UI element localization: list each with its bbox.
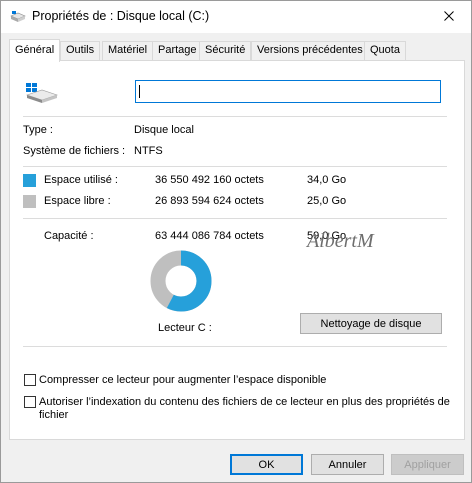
- tab-hardware[interactable]: Matériel: [102, 41, 154, 60]
- index-label-line1: Autoriser l’indexation du contenu des fi…: [39, 396, 450, 408]
- free-space-size: 25,0 Go: [307, 195, 347, 207]
- separator: [23, 166, 447, 167]
- tab-security[interactable]: Sécurité: [199, 41, 252, 60]
- volume-name-input[interactable]: [135, 80, 441, 103]
- free-space-bytes: 26 893 594 624 octets: [155, 195, 264, 207]
- tab-strip: Général Outils Matériel Partage Sécurité…: [9, 39, 465, 62]
- filesystem-label: Système de fichiers :: [23, 145, 126, 157]
- apply-button[interactable]: Appliquer: [391, 454, 464, 475]
- compress-label: Compresser ce lecteur pour augmenter l’e…: [39, 374, 327, 386]
- used-space-size: 34,0 Go: [307, 174, 347, 186]
- disk-cleanup-button[interactable]: Nettoyage de disque: [300, 313, 442, 334]
- filesystem-value: NTFS: [134, 145, 163, 157]
- capacity-label: Capacité :: [44, 230, 94, 242]
- close-button[interactable]: [427, 1, 471, 31]
- drive-icon: [26, 83, 58, 103]
- capacity-bytes: 63 444 086 784 octets: [155, 230, 264, 242]
- type-value: Disque local: [134, 124, 194, 136]
- tab-tools[interactable]: Outils: [60, 41, 101, 60]
- properties-window: Propriétés de : Disque local (C:) Généra…: [0, 0, 472, 483]
- used-space-label: Espace utilisé :: [44, 174, 118, 186]
- type-label: Type :: [23, 124, 53, 136]
- index-checkbox[interactable]: [24, 396, 36, 408]
- separator: [23, 218, 447, 219]
- used-space-swatch: [23, 174, 36, 187]
- watermark: AlbertM: [307, 230, 374, 252]
- window-title: Propriétés de : Disque local (C:): [32, 9, 210, 23]
- disk-usage-donut: [150, 250, 212, 312]
- compress-checkbox[interactable]: [24, 374, 36, 386]
- ok-button[interactable]: OK: [230, 454, 303, 475]
- free-space-label: Espace libre :: [44, 195, 111, 207]
- drive-letter-label: Lecteur C :: [158, 322, 212, 334]
- tab-sharing[interactable]: Partage: [152, 41, 203, 60]
- tab-quota[interactable]: Quota: [364, 41, 406, 60]
- index-label-line2: fichier: [39, 409, 69, 421]
- title-bar: Propriétés de : Disque local (C:): [1, 1, 471, 33]
- text-caret: [139, 85, 140, 98]
- tab-previous-versions[interactable]: Versions précédentes: [251, 41, 369, 60]
- general-panel: Type : Disque local Système de fichiers …: [9, 60, 465, 440]
- used-space-bytes: 36 550 492 160 octets: [155, 174, 264, 186]
- close-icon: [444, 11, 454, 21]
- drive-icon: [10, 11, 26, 22]
- free-space-swatch: [23, 195, 36, 208]
- tab-general[interactable]: Général: [9, 39, 61, 62]
- separator: [23, 116, 447, 117]
- cancel-button[interactable]: Annuler: [311, 454, 384, 475]
- separator: [23, 346, 447, 347]
